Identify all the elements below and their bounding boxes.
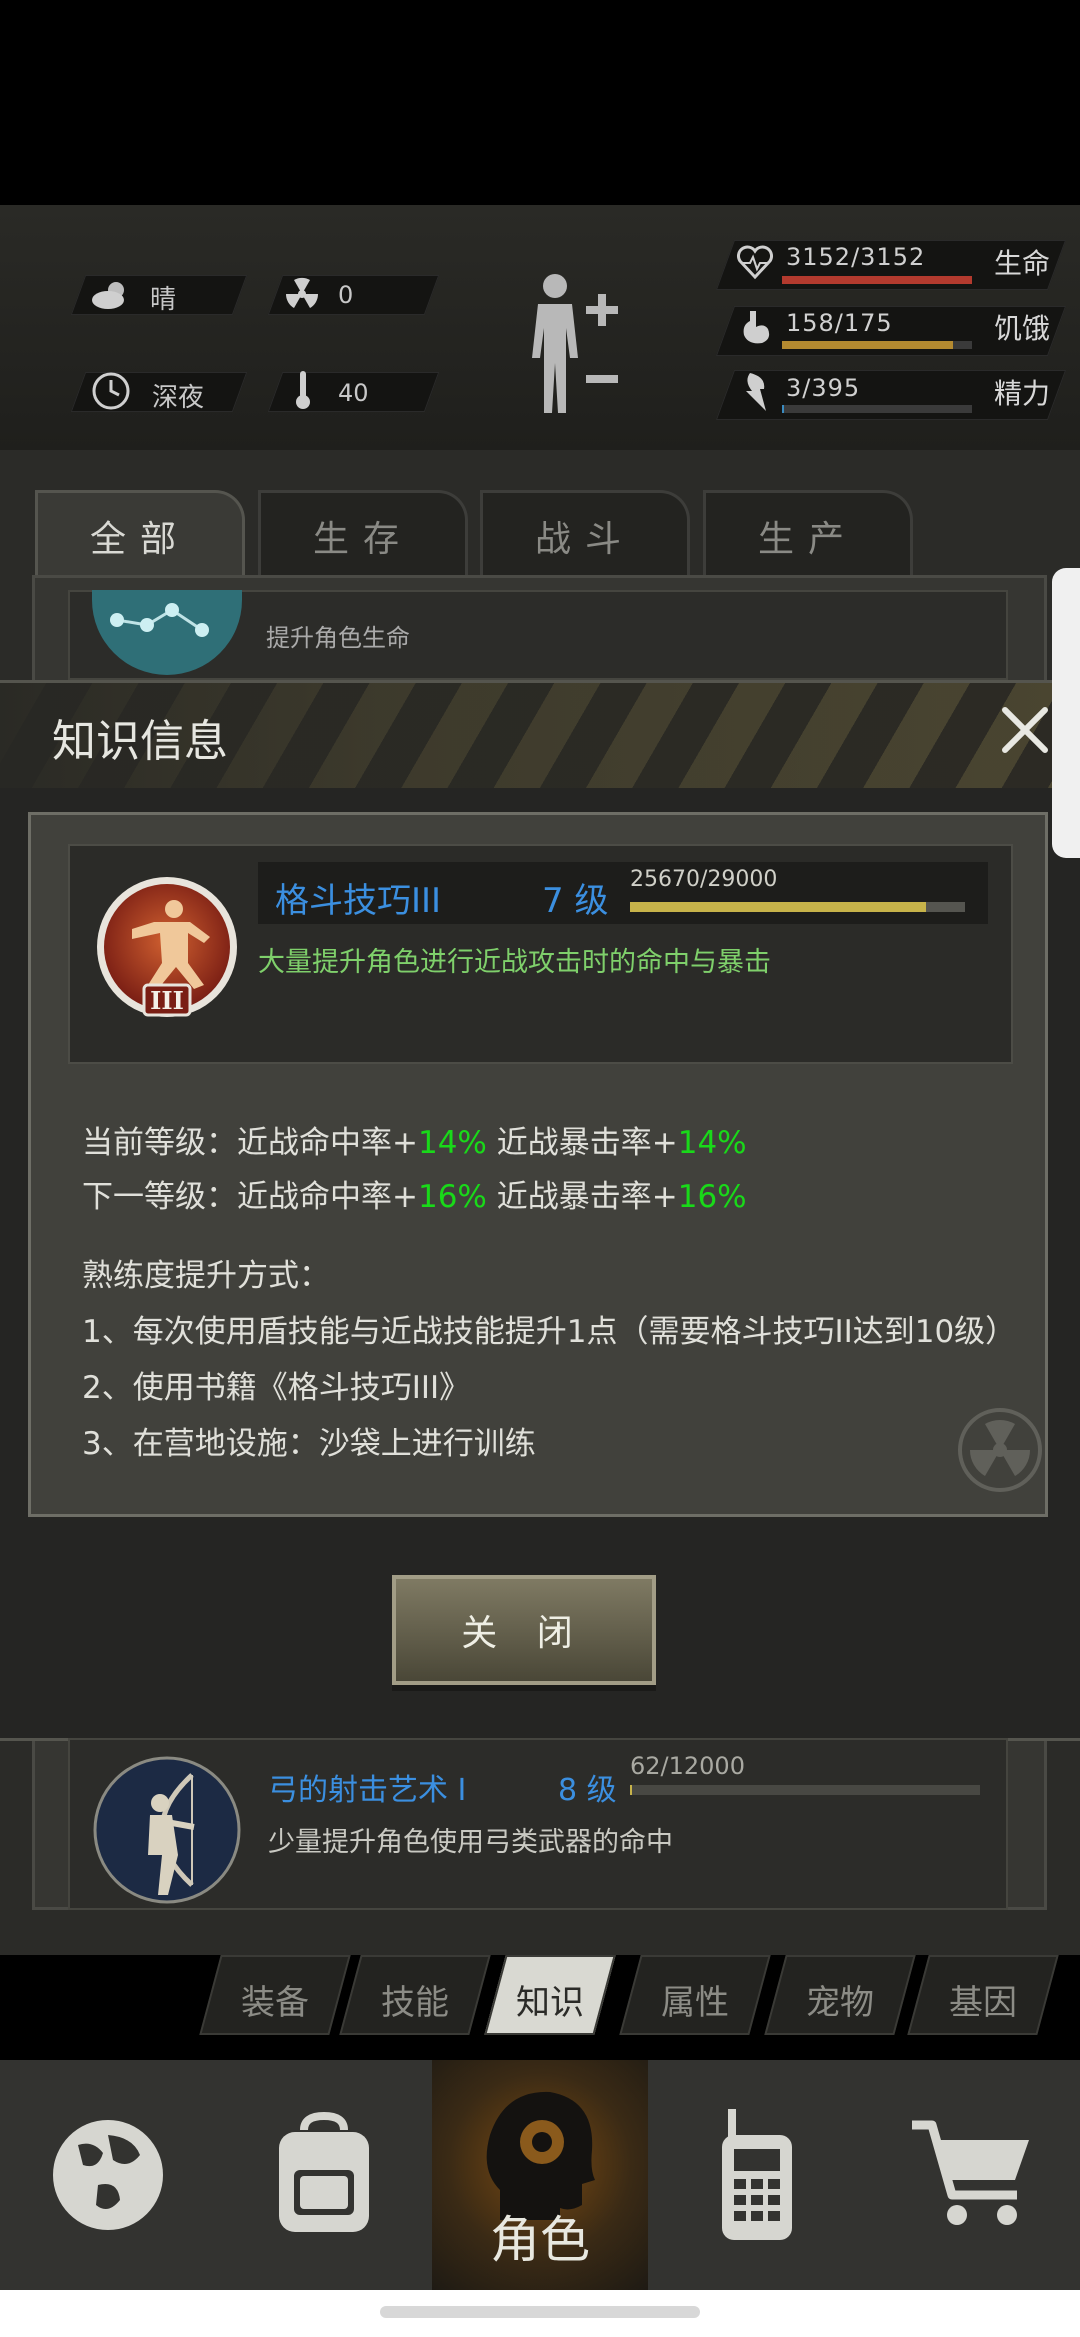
- nav-radio[interactable]: [648, 2060, 864, 2290]
- tab-combat[interactable]: 战斗: [480, 490, 690, 578]
- next-crit-label: 近战暴击率+: [496, 1179, 678, 1215]
- plus-icon[interactable]: [584, 292, 620, 328]
- radiation-icon: [285, 277, 319, 308]
- home-indicator[interactable]: [380, 2306, 700, 2318]
- tab-survival[interactable]: 生存: [258, 490, 468, 578]
- next-hit-label: 近战命中率+: [237, 1179, 418, 1215]
- next-hit-value: 16%: [417, 1179, 487, 1215]
- dialog-title: 知识信息: [52, 716, 228, 767]
- list-item-xp: 62/12000: [630, 1752, 745, 1780]
- body-figure-icon[interactable]: [520, 268, 590, 418]
- character-sub-tabs: 装备 技能 知识 属性 宠物 基因: [190, 1955, 1080, 2043]
- radio-icon: [722, 2109, 792, 2240]
- next-level-prefix: 下一等级：: [82, 1179, 237, 1215]
- molecule-icon: [92, 590, 242, 675]
- tab-all[interactable]: 全部: [35, 490, 245, 578]
- list-item-level: 8 级: [558, 1773, 617, 1808]
- nav-character-label: 角色: [490, 2211, 590, 2269]
- current-level-prefix: 当前等级：: [82, 1125, 237, 1161]
- list-item-name: 弓的射击艺术 I: [268, 1773, 467, 1808]
- cloud-sun-icon: [92, 282, 124, 309]
- energy-bar: [782, 405, 972, 413]
- radiation-watermark-icon: [958, 1408, 1042, 1492]
- archer-icon: [93, 1756, 241, 1904]
- health-label: 生命: [994, 247, 1051, 280]
- method-item: 1、每次使用盾技能与近战技能提升1点（需要格斗技巧II达到10级）: [82, 1314, 1017, 1350]
- subtab-knowledge-label: 知识: [516, 1983, 584, 2023]
- current-hit-label: 近战命中率+: [237, 1125, 418, 1161]
- svg-text:III: III: [150, 986, 184, 1015]
- nav-shop[interactable]: [864, 2060, 1080, 2290]
- list-item-desc: 提升角色生命: [266, 624, 410, 652]
- current-hit-value: 14%: [417, 1125, 487, 1161]
- nav-inventory[interactable]: [216, 2060, 432, 2290]
- edge-scroll-handle[interactable]: [1052, 568, 1080, 858]
- subtab-pets-label: 宠物: [806, 1983, 874, 2023]
- skill-description: 大量提升角色进行近战攻击时的命中与暴击: [258, 947, 771, 978]
- energy-label: 精力: [994, 377, 1051, 410]
- subtab-skills-label: 技能: [381, 1983, 449, 2023]
- hunger-bar: [782, 341, 972, 349]
- stomach-icon: [743, 311, 770, 344]
- level-effects: 当前等级：近战命中率+14% 近战暴击率+14% 下一等级：近战命中率+16% …: [82, 1115, 747, 1225]
- current-crit-value: 14%: [677, 1125, 747, 1161]
- current-crit-label: 近战暴击率+: [496, 1125, 678, 1161]
- nav-world[interactable]: [0, 2060, 216, 2290]
- proficiency-methods: 熟练度提升方式： 1、每次使用盾技能与近战技能提升1点（需要格斗技巧II达到10…: [82, 1248, 1017, 1472]
- subtab-equipment-label: 装备: [241, 1983, 309, 2023]
- martial-arts-emblem-icon: III: [97, 877, 237, 1017]
- minus-icon[interactable]: [584, 372, 620, 386]
- skill-name: 格斗技巧III: [275, 881, 442, 921]
- thermometer-icon: [296, 371, 310, 409]
- method-item: 2、使用书籍《格斗技巧III》: [82, 1370, 471, 1406]
- hunger-label: 饥饿: [994, 312, 1051, 345]
- clock-icon: [92, 372, 130, 410]
- methods-title: 熟练度提升方式：: [82, 1258, 330, 1294]
- cart-icon: [912, 2120, 1029, 2225]
- temperature-value: 40: [338, 379, 369, 407]
- time-label: 深夜: [152, 383, 205, 413]
- heart-icon: [737, 245, 773, 280]
- weather-label: 晴: [150, 285, 177, 315]
- globe-icon: [53, 2120, 163, 2230]
- health-bar: [782, 276, 972, 284]
- close-icon[interactable]: [995, 700, 1055, 760]
- current-level-row: 当前等级：近战命中率+14% 近战暴击率+14%: [82, 1115, 747, 1171]
- health-value: 3152/3152: [786, 243, 926, 271]
- list-item-xp-bar: [630, 1785, 980, 1795]
- energy-value: 3/395: [786, 374, 861, 402]
- skill-xp-text: 25670/29000: [630, 867, 778, 892]
- next-crit-value: 16%: [677, 1179, 747, 1215]
- next-level-row: 下一等级：近战命中率+16% 近战暴击率+16%: [82, 1169, 747, 1225]
- subtab-genes-label: 基因: [949, 1983, 1017, 2023]
- method-item: 3、在营地设施：沙袋上进行训练: [82, 1426, 536, 1462]
- energy-icon: [746, 373, 766, 411]
- hunger-value: 158/175: [786, 309, 893, 337]
- list-item-desc: 少量提升角色使用弓类武器的命中: [268, 1827, 673, 1858]
- radiation-value: 0: [338, 281, 354, 309]
- subtab-attributes-label: 属性: [661, 1983, 729, 2023]
- backpack-icon: [279, 2111, 369, 2232]
- skill-xp-bar: [630, 902, 965, 912]
- tab-production[interactable]: 生产: [703, 490, 913, 578]
- close-button[interactable]: 关 闭: [392, 1575, 656, 1685]
- skill-level: 7 级: [542, 881, 609, 921]
